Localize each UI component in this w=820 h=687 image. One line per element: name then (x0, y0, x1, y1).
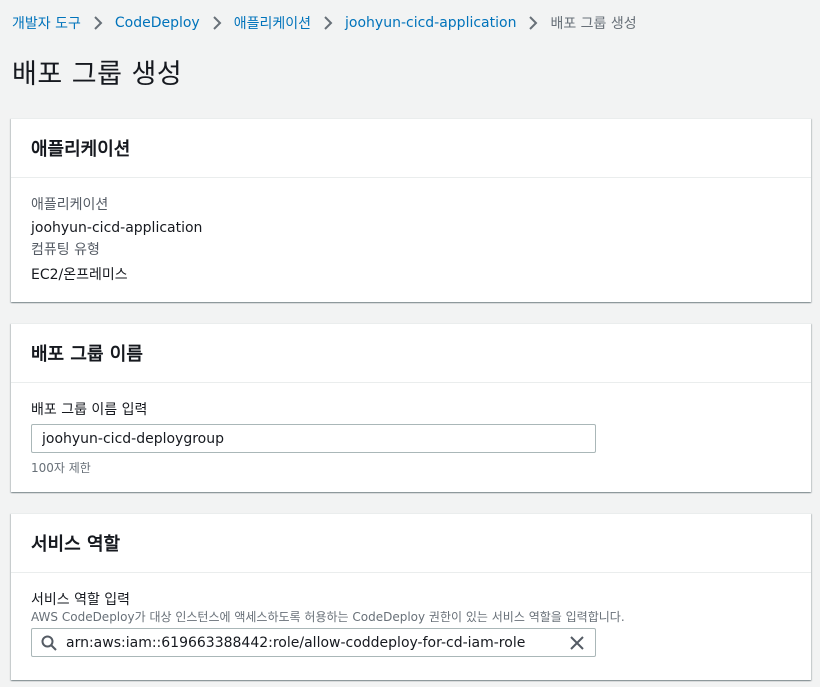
breadcrumb-developer-tools[interactable]: 개발자 도구 (12, 13, 81, 33)
breadcrumb: 개발자 도구 CodeDeploy 애플리케이션 joohyun-cicd-ap… (12, 12, 637, 34)
clear-icon[interactable] (559, 629, 595, 656)
breadcrumb-current: 배포 그룹 생성 (550, 16, 637, 32)
deployment-group-name-input[interactable] (31, 424, 596, 453)
chevron-right-icon (200, 16, 234, 30)
compute-platform-value: EC2/온프레미스 (31, 267, 128, 283)
application-value: joohyun-cicd-application (31, 220, 203, 236)
service-role-input[interactable] (66, 629, 559, 656)
service-role-search-field (31, 628, 596, 657)
character-limit-hint: 100자 제한 (31, 461, 91, 475)
service-role-panel-title: 서비스 역할 (11, 514, 811, 573)
page-title: 배포 그룹 생성 (12, 59, 183, 90)
breadcrumb-codedeploy[interactable]: CodeDeploy (115, 15, 200, 31)
deployment-group-name-label: 배포 그룹 이름 입력 (31, 402, 148, 418)
search-icon (32, 635, 66, 651)
deployment-group-name-panel-title: 배포 그룹 이름 (11, 324, 811, 383)
deployment-group-name-panel: 배포 그룹 이름 배포 그룹 이름 입력 100자 제한 (11, 323, 811, 492)
compute-platform-label: 컴퓨팅 유형 (31, 242, 100, 258)
service-role-panel: 서비스 역할 서비스 역할 입력 AWS CodeDeploy가 대상 인스턴스… (11, 513, 811, 680)
chevron-right-icon (311, 16, 345, 30)
breadcrumb-application-name[interactable]: joohyun-cicd-application (345, 15, 516, 31)
application-label: 애플리케이션 (31, 197, 109, 213)
service-role-description: AWS CodeDeploy가 대상 인스턴스에 액세스하도록 허용하는 Cod… (31, 610, 625, 624)
chevron-right-icon (516, 16, 550, 30)
application-panel: 애플리케이션 애플리케이션 joohyun-cicd-application 컴… (11, 118, 811, 302)
service-role-label: 서비스 역할 입력 (31, 592, 131, 608)
application-panel-title: 애플리케이션 (11, 119, 811, 178)
breadcrumb-applications[interactable]: 애플리케이션 (234, 13, 311, 33)
chevron-right-icon (81, 16, 115, 30)
